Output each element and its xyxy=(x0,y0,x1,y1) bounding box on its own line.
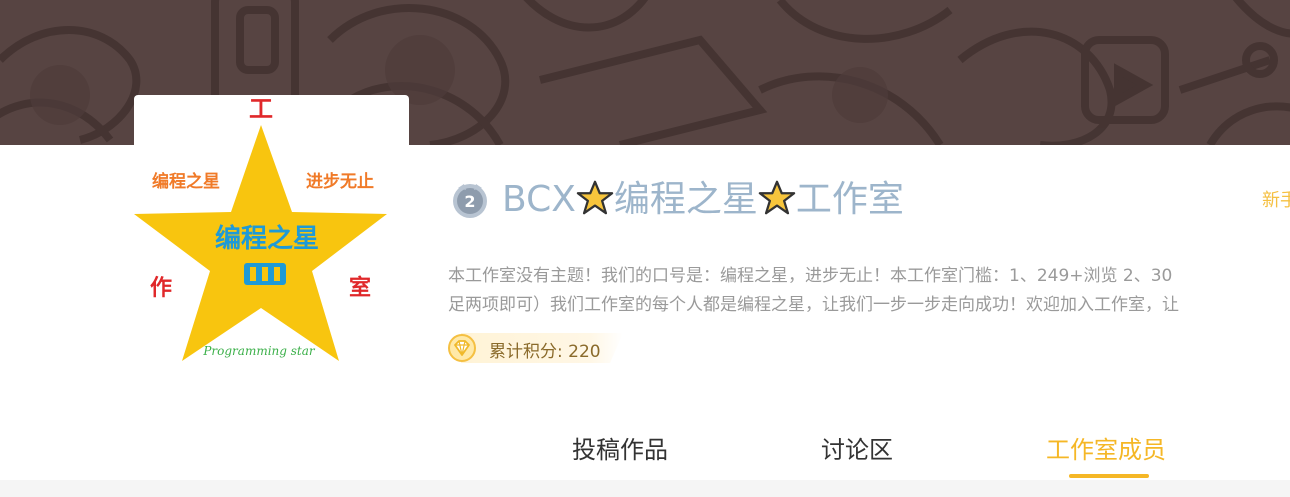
studio-title-row: 2 BCX 编程之星 工作室 xyxy=(450,176,904,224)
tab-members[interactable]: 工作室成员 xyxy=(1046,430,1166,465)
studio-name-prefix: BCX xyxy=(502,179,576,220)
logo-english-text: Programming star xyxy=(202,344,316,358)
description-line: 足两项即可）我们工作室的每个人都是编程之星，让我们一步一步走向成功！欢迎加入工作… xyxy=(448,295,1179,315)
level-number: 2 xyxy=(464,192,475,211)
logo-char-top: 工 xyxy=(249,95,273,123)
logo-char-left: 作 xyxy=(150,275,172,301)
code-icon xyxy=(244,263,286,285)
star-icon xyxy=(576,180,614,215)
points-badge: 累计积分: 220 xyxy=(447,331,623,365)
points-label: 累计积分: 220 xyxy=(489,342,601,362)
newbie-label: 新手 xyxy=(1262,190,1290,211)
content-divider xyxy=(0,480,1290,497)
logo-left-phrase: 编程之星 xyxy=(152,171,220,192)
level-2-badge-icon: 2 xyxy=(453,184,487,218)
studio-description: 本工作室没有主题！我们的口号是：编程之星，进步无止！本工作室门槛：1、249+浏… xyxy=(448,262,1290,322)
description-line: 本工作室没有主题！我们的口号是：编程之星，进步无止！本工作室门槛：1、249+浏… xyxy=(448,266,1173,286)
tab-works[interactable]: 投稿作品 xyxy=(572,430,668,465)
studio-name: BCX 编程之星 工作室 xyxy=(502,176,904,224)
studio-name-mid: 编程之星 xyxy=(613,179,758,220)
logo-center-phrase: 编程之星 xyxy=(215,223,319,254)
studio-name-suffix: 工作室 xyxy=(795,179,904,220)
star-icon xyxy=(758,180,796,215)
studio-logo: 工 编程之星 进步无止 编程之星 作 室 Programming star xyxy=(134,95,409,370)
logo-char-right: 室 xyxy=(349,275,371,301)
diamond-icon xyxy=(448,334,476,362)
tab-discussion[interactable]: 讨论区 xyxy=(821,430,893,465)
logo-right-phrase: 进步无止 xyxy=(306,171,374,192)
studio-tabs: 投稿作品 讨论区 工作室成员 xyxy=(0,420,1290,480)
studio-logo-image: 工 编程之星 进步无止 编程之星 作 室 Programming star xyxy=(134,95,387,361)
active-tab-indicator xyxy=(1069,474,1149,478)
